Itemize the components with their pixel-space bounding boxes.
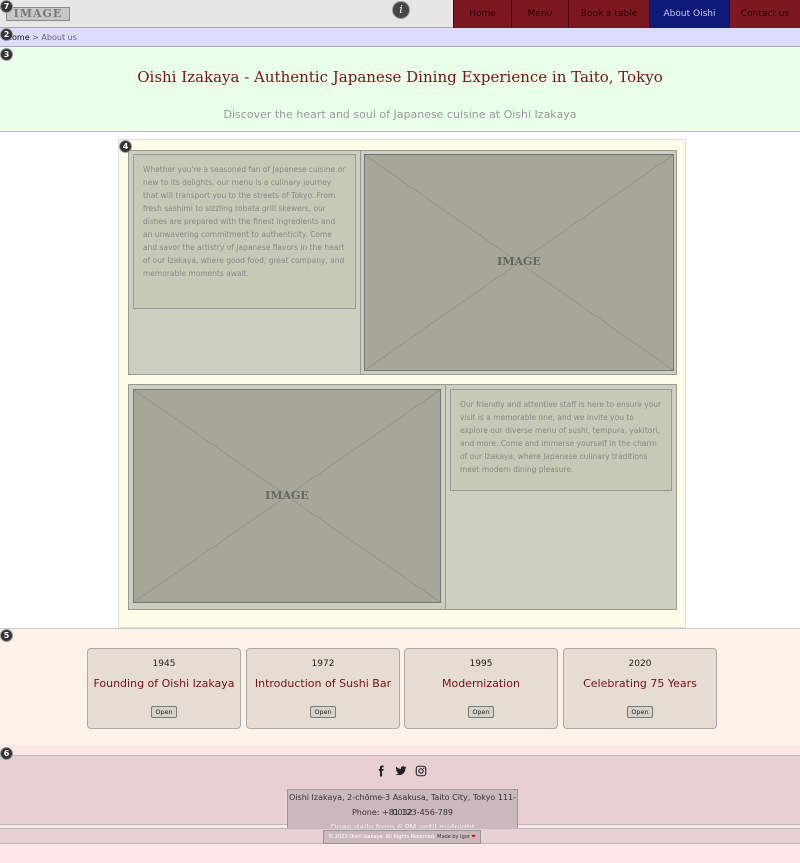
timeline-section: 1945 Founding of Oishi Izakaya Open 1972… [0, 628, 800, 746]
main-nav: Home Menu Book a table About Oishi Conta… [453, 0, 800, 28]
about-image-1: IMAGE [364, 154, 674, 371]
timeline-year: 1995 [469, 659, 493, 669]
timeline-card: 1995 Modernization Open [404, 648, 558, 729]
about-text-2: Our friendly and attentive staff is here… [450, 389, 672, 491]
section-badge: 6 [0, 747, 13, 760]
copyright-text: © 2023 Oishi Izakaya. All Rights Reserve… [328, 834, 436, 840]
footer-address: Oishi Izakaya, 2-chōme-3 Asakusa, Taito … [289, 793, 516, 817]
timeline-title: Modernization [442, 677, 520, 690]
nav-contact-us[interactable]: Contact us [729, 0, 800, 28]
heart-icon: ❤ [471, 834, 476, 840]
facebook-icon[interactable] [375, 765, 387, 777]
nav-about-oishi[interactable]: About Oishi [649, 0, 729, 28]
open-button[interactable]: Open [151, 706, 177, 718]
timeline-card: 1972 Introduction of Sushi Bar Open [246, 648, 400, 729]
timeline-year: 2020 [628, 659, 652, 669]
nav-book-a-table[interactable]: Book a table [568, 0, 649, 28]
open-button[interactable]: Open [468, 706, 494, 718]
section-badge: 4 [119, 140, 132, 153]
made-by-link[interactable]: Made by Igor [437, 834, 470, 840]
open-button[interactable]: Open [627, 706, 653, 718]
about-section: Whether you're a seasoned fan of Japanes… [118, 139, 686, 628]
timeline-title: Introduction of Sushi Bar [254, 677, 392, 690]
timeline-year: 1972 [311, 659, 335, 669]
timeline-card: 2020 Celebrating 75 Years Open [563, 648, 717, 729]
breadcrumb-separator: > [32, 33, 39, 42]
about-row-1: Whether you're a seasoned fan of Japanes… [128, 150, 677, 375]
open-button[interactable]: Open [310, 706, 336, 718]
breadcrumb: Home > About us [0, 28, 800, 47]
section-badge: 7 [0, 0, 13, 13]
page-subtitle: Discover the heart and soul of Japanese … [223, 108, 577, 121]
timeline-title: Founding of Oishi Izakaya [93, 677, 235, 690]
image-label: IMAGE [497, 255, 541, 268]
timeline-card: 1945 Founding of Oishi Izakaya Open [87, 648, 241, 729]
nav-home[interactable]: Home [453, 0, 511, 28]
footer-phone: Phone: +81 123-456-789 [351, 808, 454, 817]
footer-main: Oishi Izakaya, 2-chōme-3 Asakusa, Taito … [0, 755, 800, 835]
site-header: IMAGE i Home Menu Book a table About Ois… [0, 0, 800, 28]
breadcrumb-current: About us [41, 33, 77, 42]
instagram-icon[interactable] [415, 765, 427, 777]
section-badge: 2 [0, 28, 13, 41]
about-row-2: IMAGE Our friendly and attentive staff i… [128, 384, 677, 610]
nav-menu[interactable]: Menu [511, 0, 568, 28]
timeline-year: 1945 [152, 659, 176, 669]
section-badge: 3 [0, 48, 13, 61]
site-footer: Oishi Izakaya, 2-chōme-3 Asakusa, Taito … [0, 746, 800, 863]
image-label: IMAGE [265, 489, 309, 502]
section-badge: 5 [0, 629, 13, 642]
twitter-icon[interactable] [394, 765, 408, 777]
copyright: © 2023 Oishi Izakaya. All Rights Reserve… [323, 830, 481, 844]
timeline-title: Celebrating 75 Years [583, 677, 697, 690]
logo-image[interactable]: IMAGE [6, 7, 70, 21]
info-icon[interactable]: i [392, 1, 410, 19]
page-title: Oishi Izakaya - Authentic Japanese Dinin… [137, 68, 663, 86]
about-text-1: Whether you're a seasoned fan of Japanes… [133, 154, 356, 309]
about-image-2: IMAGE [133, 389, 441, 603]
hero-section: Oishi Izakaya - Authentic Japanese Dinin… [0, 47, 800, 132]
